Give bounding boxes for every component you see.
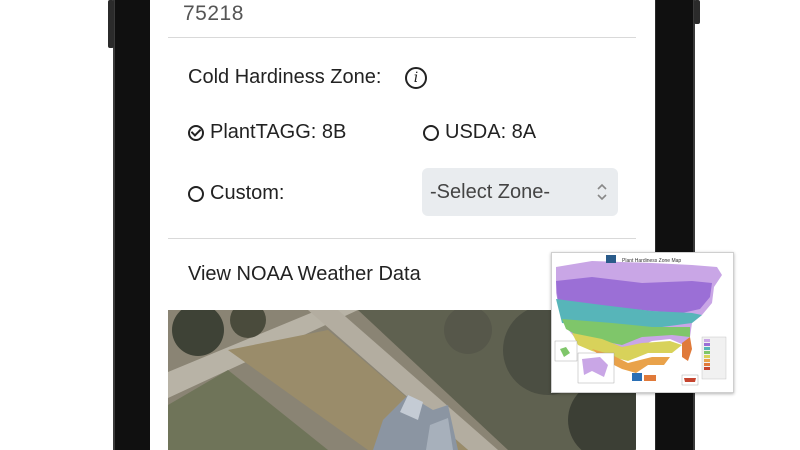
divider xyxy=(168,37,636,38)
noaa-weather-link[interactable]: View NOAA Weather Data xyxy=(188,263,421,286)
hardiness-zone-heading: Cold Hardiness Zone: xyxy=(188,66,382,88)
radio-custom[interactable]: Custom: xyxy=(188,182,284,205)
info-icon[interactable]: i xyxy=(405,67,427,89)
phone-side-button xyxy=(694,0,700,24)
radio-usda[interactable]: USDA: 8A xyxy=(423,121,536,144)
zip-code-input[interactable]: 75218 xyxy=(183,2,244,26)
phone-side-button xyxy=(108,0,114,48)
radio-label: PlantTAGG: 8B xyxy=(210,121,347,143)
hardiness-zone-map-thumbnail[interactable]: Plant Hardiness Zone Map xyxy=(551,252,734,393)
phone-frame-left xyxy=(113,0,153,450)
radio-unchecked-icon[interactable] xyxy=(423,124,439,141)
zone-select-value: -Select Zone- xyxy=(430,180,551,203)
select-arrows-icon xyxy=(597,183,607,201)
radio-planttagg[interactable]: PlantTAGG: 8B xyxy=(188,121,346,144)
radio-checked-icon[interactable] xyxy=(188,124,204,141)
map-title: Plant Hardiness Zone Map xyxy=(622,258,682,264)
usda-map-image xyxy=(552,253,733,392)
zone-select[interactable]: -Select Zone- xyxy=(422,168,618,216)
radio-label: Custom: xyxy=(210,182,285,204)
divider xyxy=(168,238,636,239)
radio-label: USDA: 8A xyxy=(445,121,537,143)
radio-unchecked-icon[interactable] xyxy=(188,185,204,202)
